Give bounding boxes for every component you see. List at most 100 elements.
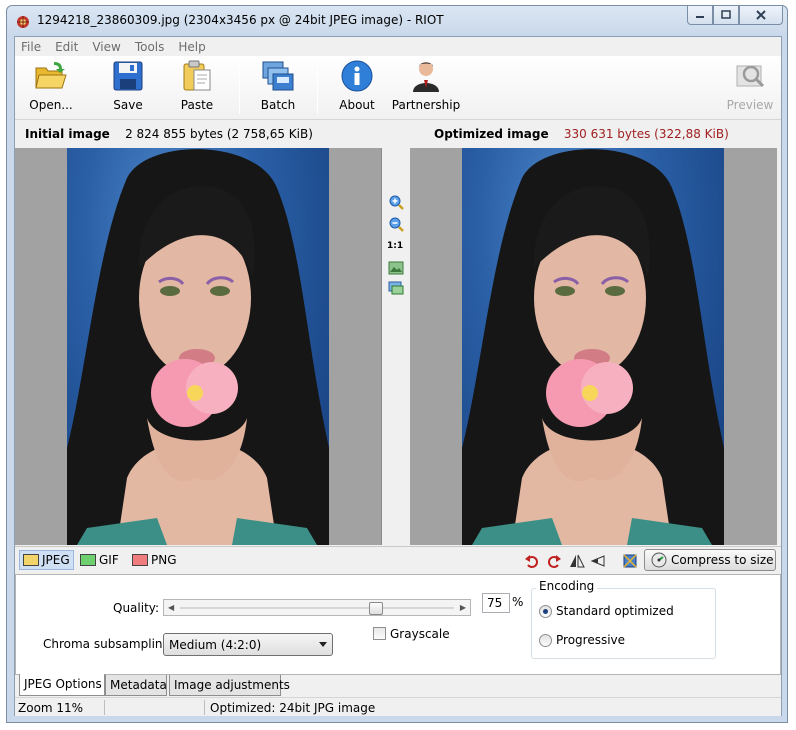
toolbar-separator — [317, 62, 318, 114]
crop-fit-icon[interactable] — [621, 552, 639, 570]
window-title: 1294218_23860309.jpg (2304x3456 px @ 24b… — [37, 13, 444, 27]
toolbar: Open... Save Paste Batch About Partnersh… — [15, 56, 781, 120]
batch-images-icon — [260, 58, 296, 94]
info-icon — [339, 58, 375, 94]
initial-image-size: 2 824 855 bytes (2 758,65 KiB) — [125, 127, 313, 141]
partnership-button[interactable]: Partnership — [389, 58, 463, 116]
riot-app-icon — [15, 14, 31, 30]
standard-optimized-label[interactable]: Standard optimized — [556, 604, 674, 618]
zoom-in-icon[interactable] — [388, 194, 404, 210]
open-button[interactable]: Open... — [27, 58, 75, 116]
zoom-out-icon[interactable] — [388, 216, 404, 232]
slider-left-arrow-icon[interactable]: ◀ — [168, 603, 174, 612]
status-bar: Zoom 11% Optimized: 24bit JPG image — [15, 697, 781, 716]
status-zoom: Zoom 11% — [18, 701, 84, 715]
tab-metadata[interactable]: Metadata — [105, 675, 167, 696]
tab-jpeg-label: JPEG — [42, 553, 70, 567]
gif-format-icon — [80, 554, 96, 566]
optimized-image-label: Optimized image — [434, 127, 549, 141]
image-info-row: Initial image 2 824 855 bytes (2 758,65 … — [15, 121, 781, 147]
png-format-icon — [132, 554, 148, 566]
actual-size-button[interactable]: 1:1 — [387, 241, 403, 251]
about-button[interactable]: About — [331, 58, 383, 116]
rotate-right-icon[interactable] — [545, 552, 563, 570]
save-button[interactable]: Save — [105, 58, 151, 116]
chevron-down-icon — [319, 642, 327, 647]
clipboard-paste-icon — [179, 58, 215, 94]
close-button[interactable] — [739, 6, 783, 25]
open-label: Open... — [29, 98, 73, 112]
minimize-button[interactable] — [687, 6, 713, 25]
menu-view[interactable]: View — [92, 40, 120, 54]
menu-edit[interactable]: Edit — [55, 40, 78, 54]
tab-png[interactable]: PNG — [129, 550, 180, 570]
chroma-subsampling-label: Chroma subsampling: — [43, 637, 175, 651]
title-bar[interactable]: 1294218_23860309.jpg (2304x3456 px @ 24b… — [7, 6, 787, 36]
batch-button[interactable]: Batch — [253, 58, 303, 116]
status-optimized: Optimized: 24bit JPG image — [210, 701, 376, 715]
chroma-subsampling-value: Medium (4:2:0) — [169, 638, 262, 652]
slider-right-arrow-icon[interactable]: ▶ — [460, 603, 466, 612]
tab-jpeg[interactable]: JPEG — [19, 550, 74, 570]
chroma-subsampling-select[interactable]: Medium (4:2:0) — [163, 633, 333, 656]
quality-slider-track — [180, 607, 454, 609]
optimized-image-preview — [462, 148, 724, 545]
grayscale-label[interactable]: Grayscale — [390, 627, 450, 641]
quality-slider[interactable]: ◀ ▶ — [163, 599, 471, 616]
radio-standard-optimized[interactable] — [539, 605, 552, 618]
optimized-image-size: 330 631 bytes (322,88 KiB) — [563, 127, 729, 141]
toolbar-separator — [239, 62, 240, 114]
compress-to-size-button[interactable]: Compress to size — [644, 549, 776, 571]
initial-image-label: Initial image — [25, 127, 110, 141]
quality-label: Quality: — [113, 601, 160, 615]
jpeg-format-icon — [23, 554, 39, 566]
client-area: File Edit View Tools Help Open... Save P… — [14, 36, 782, 716]
zoom-controls: 1:1 — [385, 148, 407, 545]
compress-label: Compress to size — [671, 553, 774, 567]
sync-view-icon[interactable] — [388, 280, 404, 296]
initial-image-preview — [67, 148, 329, 545]
menu-tools[interactable]: Tools — [135, 40, 165, 54]
tab-jpeg-options[interactable]: JPEG Options — [19, 674, 105, 696]
tab-image-adjustments[interactable]: Image adjustments — [169, 675, 290, 696]
radio-progressive[interactable] — [539, 634, 552, 647]
tab-png-label: PNG — [151, 553, 177, 567]
quality-input[interactable]: 75 — [482, 593, 510, 613]
initial-image-panel[interactable] — [15, 148, 382, 545]
person-icon — [408, 58, 444, 94]
partnership-label: Partnership — [391, 98, 461, 112]
options-tabs: JPEG Options Metadata Image adjustments — [15, 674, 781, 697]
quality-unit: % — [512, 595, 524, 609]
menu-file[interactable]: File — [21, 40, 41, 54]
folder-open-icon — [33, 58, 69, 94]
menu-bar: File Edit View Tools Help — [15, 37, 781, 56]
flip-vertical-icon[interactable] — [589, 552, 607, 570]
fit-image-icon[interactable] — [388, 260, 404, 276]
preview-label: Preview — [726, 98, 774, 112]
tab-gif[interactable]: GIF — [77, 550, 122, 570]
about-label: About — [339, 98, 375, 112]
tab-gif-label: GIF — [99, 553, 119, 567]
progressive-label[interactable]: Progressive — [556, 633, 625, 647]
preview-button[interactable]: Preview — [725, 58, 775, 116]
format-toolbar: JPEG GIF PNG Compress to size — [15, 546, 781, 573]
paste-button[interactable]: Paste — [173, 58, 221, 116]
save-label: Save — [113, 98, 143, 112]
status-divider — [204, 700, 205, 715]
optimized-image-panel[interactable] — [410, 148, 777, 545]
maximize-button[interactable] — [713, 6, 739, 25]
flip-horizontal-icon[interactable] — [568, 552, 586, 570]
batch-label: Batch — [260, 98, 296, 112]
rotate-left-icon[interactable] — [523, 552, 541, 570]
floppy-save-icon — [110, 58, 146, 94]
preview-magnifier-icon — [732, 58, 768, 94]
encoding-title: Encoding — [536, 579, 598, 593]
quality-slider-thumb[interactable] — [369, 602, 383, 615]
encoding-group — [531, 588, 716, 659]
menu-help[interactable]: Help — [178, 40, 205, 54]
compress-gauge-icon — [651, 552, 667, 568]
main-window: 1294218_23860309.jpg (2304x3456 px @ 24b… — [6, 5, 788, 723]
paste-label: Paste — [180, 98, 214, 112]
grayscale-checkbox[interactable] — [373, 627, 386, 640]
jpeg-options-panel: Quality: ◀ ▶ 75 % Chroma subsampling: Me… — [15, 574, 781, 675]
